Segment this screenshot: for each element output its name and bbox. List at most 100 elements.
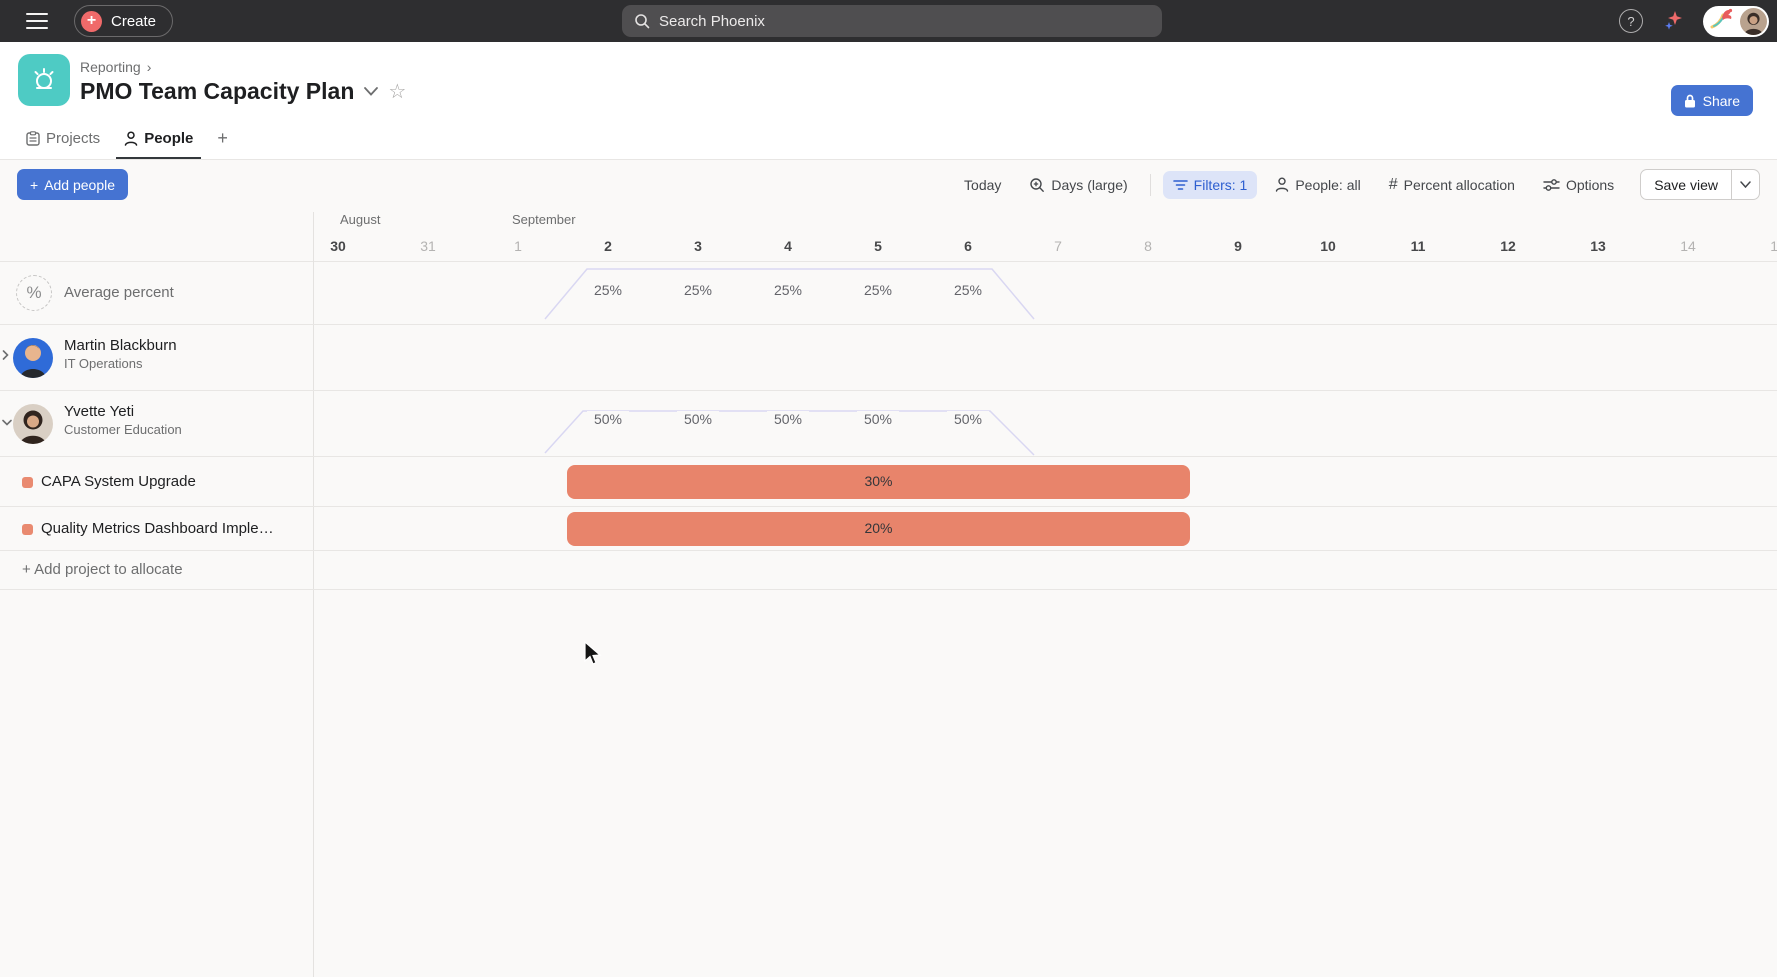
day-header[interactable]: 1	[514, 238, 522, 254]
person-name[interactable]: Yvette Yeti	[64, 403, 134, 420]
user-avatar	[1740, 8, 1767, 35]
view-tabs: Projects People +	[18, 128, 236, 159]
person-role: IT Operations	[64, 356, 143, 371]
topbar-right-cluster: ?	[1619, 0, 1769, 42]
sidebar-toggle-icon[interactable]	[26, 13, 48, 29]
project-name[interactable]: Quality Metrics Dashboard Imple…	[41, 520, 274, 537]
filter-icon	[1173, 179, 1188, 191]
clipboard-icon	[26, 131, 40, 146]
percent-icon: %	[16, 275, 52, 311]
allocation-bar-label: 20%	[567, 520, 1190, 536]
project-row: CAPA System Upgrade 30%	[0, 457, 1777, 507]
average-percent-row: %Average percent25%25%25%25%25%	[0, 261, 1777, 325]
project-color-dot	[22, 477, 33, 488]
avatar	[13, 338, 53, 378]
help-icon[interactable]: ?	[1619, 9, 1643, 33]
day-header[interactable]: 4	[784, 238, 792, 254]
day-header[interactable]: 31	[420, 238, 436, 254]
tab-projects[interactable]: Projects	[18, 130, 108, 159]
person-icon	[1275, 177, 1289, 192]
share-button[interactable]: Share	[1671, 85, 1753, 116]
day-header[interactable]: 10	[1320, 238, 1336, 254]
ai-sparkles-icon[interactable]	[1661, 9, 1685, 33]
account-switcher[interactable]	[1703, 6, 1769, 37]
allocation-mode-button[interactable]: # Percent allocation	[1379, 170, 1525, 200]
tab-people[interactable]: People	[116, 130, 201, 159]
chevron-right-icon[interactable]	[2, 349, 9, 363]
plus-icon: +	[81, 11, 102, 32]
add-project-row: + Add project to allocate	[0, 551, 1777, 590]
save-view-split-button: Save view	[1640, 169, 1760, 200]
person-row: Yvette Yeti Customer Education 50% 50% 50% 50…	[0, 391, 1777, 457]
workload-page: + Create Search Phoenix ?	[0, 0, 1777, 977]
create-button-label: Create	[111, 13, 156, 30]
allocation-percent-label: 50%	[857, 411, 899, 427]
day-header[interactable]: 2	[604, 238, 612, 254]
allocation-percent-label: 50%	[767, 411, 809, 427]
allocation-bar[interactable]: 30%	[567, 465, 1190, 499]
save-view-caret-icon[interactable]	[1732, 169, 1760, 200]
allocation-bar[interactable]: 20%	[567, 512, 1190, 546]
today-button[interactable]: Today	[954, 171, 1011, 199]
day-header[interactable]: 8	[1144, 238, 1152, 254]
project-name[interactable]: CAPA System Upgrade	[41, 473, 196, 490]
month-label: September	[512, 212, 576, 227]
person-name[interactable]: Martin Blackburn	[64, 337, 177, 354]
phoenix-logo-icon	[1709, 5, 1736, 37]
day-header[interactable]: 3	[694, 238, 702, 254]
breadcrumb[interactable]: Reporting›	[80, 59, 151, 75]
page-title: PMO Team Capacity Plan	[80, 78, 354, 105]
avatar	[13, 404, 53, 444]
search-icon	[634, 13, 650, 29]
day-header[interactable]: 14	[1680, 238, 1696, 254]
allocation-bar-label: 30%	[567, 473, 1190, 489]
lock-icon	[1684, 94, 1696, 108]
day-header[interactable]: 5	[874, 238, 882, 254]
allocation-percent-label: 25%	[677, 282, 719, 298]
project-row: Quality Metrics Dashboard Imple… 20%	[0, 507, 1777, 551]
search-input[interactable]: Search Phoenix	[622, 5, 1162, 37]
add-people-button[interactable]: + Add people	[17, 169, 128, 200]
day-header[interactable]: 13	[1590, 238, 1606, 254]
zoom-icon	[1029, 177, 1045, 193]
options-button[interactable]: Options	[1533, 171, 1624, 199]
allocation-percent-label: 50%	[587, 411, 629, 427]
mouse-cursor	[583, 641, 603, 667]
timeline-month-header: August September	[0, 212, 1777, 234]
add-project-label: Add project to allocate	[34, 561, 182, 578]
save-view-button[interactable]: Save view	[1640, 169, 1732, 200]
plus-icon: +	[30, 177, 38, 193]
zoom-level-button[interactable]: Days (large)	[1019, 171, 1137, 199]
allocation-percent-label: 50%	[677, 411, 719, 427]
hash-icon: #	[1389, 176, 1398, 194]
top-bar: + Create Search Phoenix ?	[0, 0, 1777, 42]
allocation-percent-label: 25%	[857, 282, 899, 298]
day-header[interactable]: 15	[1770, 238, 1777, 254]
day-header[interactable]: 6	[964, 238, 972, 254]
allocation-percent-label: 50%	[947, 411, 989, 427]
favorite-star-icon[interactable]: ☆	[388, 79, 406, 104]
toolbar-divider	[1150, 174, 1151, 196]
page-header: Reporting› PMO Team Capacity Plan ☆ Shar…	[0, 42, 1777, 160]
portfolio-icon	[18, 54, 70, 106]
filters-button[interactable]: Filters: 1	[1163, 171, 1258, 199]
add-tab-button[interactable]: +	[209, 128, 236, 159]
day-header[interactable]: 11	[1411, 238, 1426, 254]
people-filter-button[interactable]: People: all	[1265, 171, 1370, 199]
project-color-dot	[22, 524, 33, 535]
person-role: Customer Education	[64, 422, 182, 437]
person-icon	[124, 131, 138, 146]
chevron-down-icon[interactable]	[2, 415, 12, 429]
allocation-percent-label: 25%	[767, 282, 809, 298]
add-project-button[interactable]: + Add project to allocate	[22, 561, 183, 578]
create-button[interactable]: + Create	[74, 5, 173, 37]
day-header[interactable]: 9	[1234, 238, 1242, 254]
title-dropdown-icon[interactable]	[364, 83, 378, 101]
timeline-day-header: 3031123456789101112131415	[0, 238, 1777, 258]
month-label: August	[340, 212, 380, 227]
view-toolbar: + Add people Today Days (large) Filters:…	[0, 161, 1777, 209]
day-header[interactable]: 7	[1054, 238, 1062, 254]
search-placeholder: Search Phoenix	[659, 13, 765, 30]
day-header[interactable]: 30	[330, 238, 346, 254]
day-header[interactable]: 12	[1500, 238, 1516, 254]
